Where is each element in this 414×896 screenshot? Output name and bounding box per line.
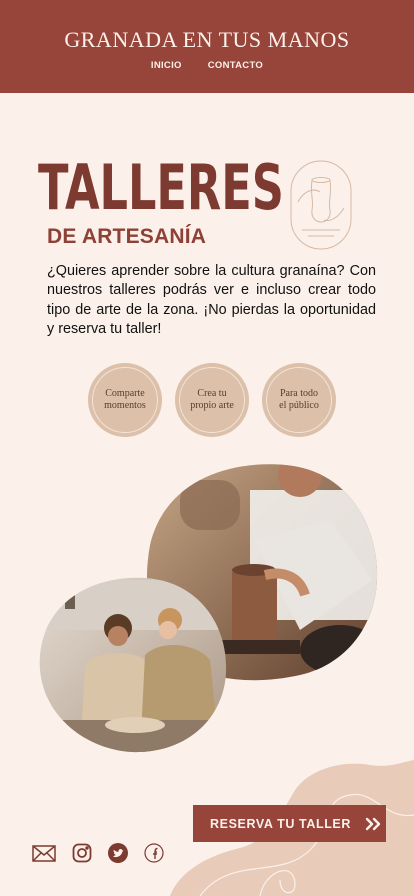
badge-comparte-momentos: Comparte momentos [88,363,162,437]
badge-label: Para todo el público [279,388,319,411]
badge-label: Comparte momentos [104,388,146,411]
feature-badges: Comparte momentos Crea tu propio arte Pa… [88,363,336,437]
reserve-button-label: RESERVA TU TALLER [210,816,351,831]
main-nav: INICIO CONTACTO [0,60,414,71]
pottery-hands-icon [290,160,352,250]
nav-link-contacto[interactable]: CONTACTO [208,60,263,71]
social-links [32,843,164,863]
facebook-icon[interactable] [144,843,164,863]
brand-title[interactable]: GRANADA EN TUS MANOS [0,27,414,53]
badge-label: Crea tu propio arte [190,388,234,411]
site-header: GRANADA EN TUS MANOS INICIO CONTACTO [0,0,414,93]
nav-link-inicio[interactable]: INICIO [151,60,182,71]
instagram-icon[interactable] [72,843,92,863]
double-chevron-right-icon [365,817,381,830]
page-subtitle: DE ARTESANÍA [47,225,207,248]
page-title: TALLERES [38,151,284,224]
mail-icon[interactable] [32,844,56,862]
badge-para-todo-publico: Para todo el público [262,363,336,437]
twitter-icon[interactable] [108,843,128,863]
reserve-workshop-button[interactable]: RESERVA TU TALLER [193,805,386,842]
workshop-photos [39,464,378,753]
intro-paragraph: ¿Quieres aprender sobre la cultura grana… [47,263,376,337]
badge-crea-tu-arte: Crea tu propio arte [175,363,249,437]
